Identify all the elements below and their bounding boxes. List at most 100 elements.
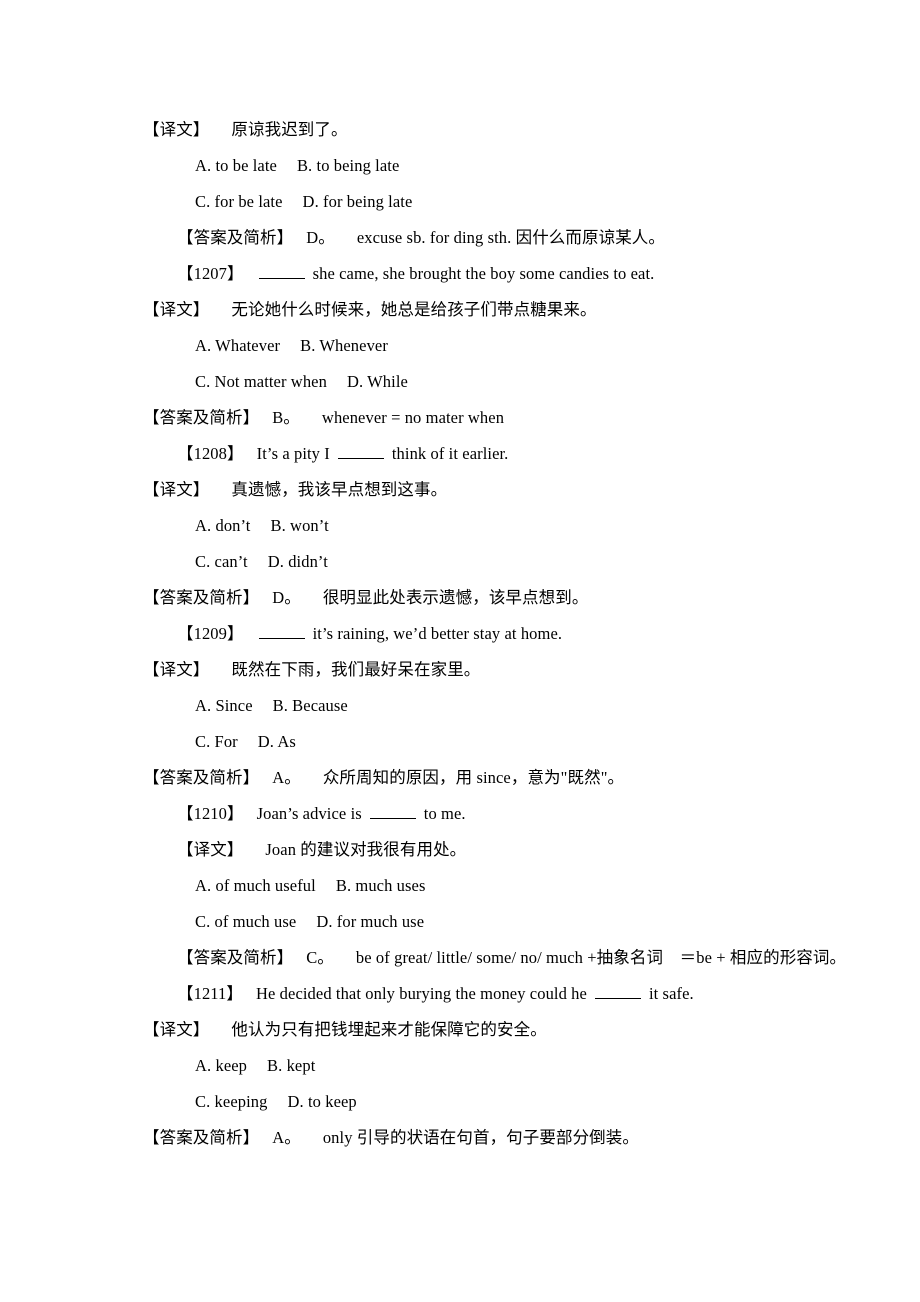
blank-underline	[594, 984, 641, 999]
answer-text: whenever = no mater when	[321, 408, 505, 427]
translation-label: 【译文】	[143, 660, 210, 679]
blank-underline	[258, 624, 305, 639]
option-row: C. keeping D. to keep	[130, 1084, 830, 1120]
translation-label: 【译文】	[143, 120, 210, 139]
option-d: D. for being late	[302, 192, 413, 211]
translation-line: 【译文】 Joan 的建议对我很有用处。	[130, 832, 830, 868]
option-d: D. to keep	[287, 1092, 357, 1111]
answer-text: be of great/ little/ some/ no/ much +抽象名…	[355, 948, 847, 967]
question-stem: it’s raining, we’d better stay at home.	[312, 624, 563, 643]
question-stem-after: think of it earlier.	[391, 444, 509, 463]
question-number: 【1207】	[177, 264, 244, 283]
question-stem-after: to me.	[423, 804, 466, 823]
option-a: A. don’t	[195, 516, 251, 535]
option-c: C. for be late	[195, 192, 283, 211]
translation-label: 【译文】	[177, 840, 244, 859]
translation-line: 【译文】 真遗憾，我该早点想到这事。	[130, 472, 830, 508]
option-a: A. of much useful	[195, 876, 316, 895]
answer-label: 【答案及简析】	[143, 768, 260, 787]
option-row: C. for be late D. for being late	[130, 184, 830, 220]
translation-label: 【译文】	[143, 480, 210, 499]
answer-line: 【答案及简析】 A。 only 引导的状语在句首，句子要部分倒装。	[130, 1120, 830, 1156]
question-line: 【1208】 It’s a pity I think of it earlier.	[130, 436, 830, 472]
answer-choice: A。	[272, 1128, 301, 1147]
translation-text: 原谅我迟到了。	[231, 120, 348, 139]
answer-label: 【答案及简析】	[143, 1128, 260, 1147]
option-row: A. Since B. Because	[130, 688, 830, 724]
question-line: 【1211】 He decided that only burying the m…	[130, 976, 830, 1012]
answer-line: 【答案及简析】 D。 excuse sb. for ding sth. 因什么而原谅…	[130, 220, 830, 256]
option-row: A. to be late B. to being late	[130, 148, 830, 184]
option-a: A. to be late	[195, 156, 277, 175]
option-d: D. didn’t	[267, 552, 328, 571]
option-d: D. As	[257, 732, 296, 751]
option-c: C. can’t	[195, 552, 248, 571]
option-a: A. Since	[195, 696, 253, 715]
option-row: C. of much use D. for much use	[130, 904, 830, 940]
answer-label: 【答案及简析】	[177, 228, 294, 247]
translation-line: 【译文】 无论她什么时候来，她总是给孩子们带点糖果来。	[130, 292, 830, 328]
answer-choice: B。	[272, 408, 300, 427]
translation-text: Joan 的建议对我很有用处。	[265, 840, 467, 859]
translation-text: 真遗憾，我该早点想到这事。	[231, 480, 448, 499]
answer-label: 【答案及简析】	[143, 408, 260, 427]
answer-choice: A。	[272, 768, 301, 787]
question-number: 【1210】	[177, 804, 244, 823]
option-row: A. keep B. kept	[130, 1048, 830, 1084]
question-stem-before: He decided that only burying the money c…	[256, 984, 587, 1003]
option-c: C. For	[195, 732, 238, 751]
option-b: B. Whenever	[300, 336, 388, 355]
translation-text: 既然在下雨，我们最好呆在家里。	[231, 660, 481, 679]
question-line: 【1209】 it’s raining, we’d better stay at …	[130, 616, 830, 652]
option-c: C. Not matter when	[195, 372, 327, 391]
question-stem-before: It’s a pity I	[256, 444, 330, 463]
answer-text: excuse sb. for ding sth. 因什么而原谅某人。	[356, 228, 665, 247]
option-a: A. Whatever	[195, 336, 281, 355]
translation-label: 【译文】	[143, 300, 210, 319]
answer-label: 【答案及简析】	[177, 948, 294, 967]
option-d: D. for much use	[316, 912, 425, 931]
answer-line: 【答案及简析】 A。 众所周知的原因，用 since，意为"既然"。	[130, 760, 830, 796]
question-line: 【1207】 she came, she brought the boy some…	[130, 256, 830, 292]
option-row: A. don’t B. won’t	[130, 508, 830, 544]
blank-underline	[337, 444, 384, 459]
option-row: A. Whatever B. Whenever	[130, 328, 830, 364]
translation-line: 【译文】 他认为只有把钱埋起来才能保障它的安全。	[130, 1012, 830, 1048]
document-body: 【译文】 原谅我迟到了。 A. to be late B. to being lat…	[130, 112, 846, 1156]
translation-text: 他认为只有把钱埋起来才能保障它的安全。	[231, 1020, 547, 1039]
blank-underline	[258, 264, 305, 279]
option-row: C. For D. As	[130, 724, 830, 760]
answer-label: 【答案及简析】	[143, 588, 260, 607]
option-b: B. won’t	[270, 516, 329, 535]
translation-label: 【译文】	[143, 1020, 210, 1039]
answer-line: 【答案及简析】 C。 be of great/ little/ some/ no/ …	[130, 940, 867, 976]
answer-text: 很明显此处表示遗憾，该早点想到。	[322, 588, 589, 607]
answer-choice: D。	[272, 588, 301, 607]
option-row: C. Not matter when D. While	[130, 364, 830, 400]
option-a: A. keep	[195, 1056, 248, 1075]
answer-choice: D。	[306, 228, 335, 247]
option-row: C. can’t D. didn’t	[130, 544, 830, 580]
question-number: 【1211】	[177, 984, 243, 1003]
translation-line: 【译文】 既然在下雨，我们最好呆在家里。	[130, 652, 830, 688]
option-row: A. of much useful B. much uses	[130, 868, 830, 904]
option-c: C. keeping	[195, 1092, 268, 1111]
option-b: B. kept	[267, 1056, 316, 1075]
answer-text: 众所周知的原因，用 since，意为"既然"。	[322, 768, 625, 787]
answer-text: only 引导的状语在句首，句子要部分倒装。	[322, 1128, 639, 1147]
question-line: 【1210】 Joan’s advice is to me.	[130, 796, 830, 832]
translation-text: 无论她什么时候来，她总是给孩子们带点糖果来。	[231, 300, 597, 319]
question-stem-after: it safe.	[648, 984, 694, 1003]
answer-line: 【答案及简析】 B。 whenever = no mater when	[130, 400, 830, 436]
option-b: B. much uses	[335, 876, 426, 895]
question-number: 【1209】	[177, 624, 244, 643]
translation-line: 【译文】 原谅我迟到了。	[130, 112, 830, 148]
option-d: D. While	[346, 372, 408, 391]
question-number: 【1208】	[177, 444, 244, 463]
blank-underline	[369, 804, 416, 819]
answer-choice: C。	[306, 948, 334, 967]
question-stem-before: Joan’s advice is	[256, 804, 362, 823]
question-stem: she came, she brought the boy some candi…	[312, 264, 655, 283]
answer-line: 【答案及简析】 D。 很明显此处表示遗憾，该早点想到。	[130, 580, 830, 616]
option-b: B. Because	[272, 696, 348, 715]
